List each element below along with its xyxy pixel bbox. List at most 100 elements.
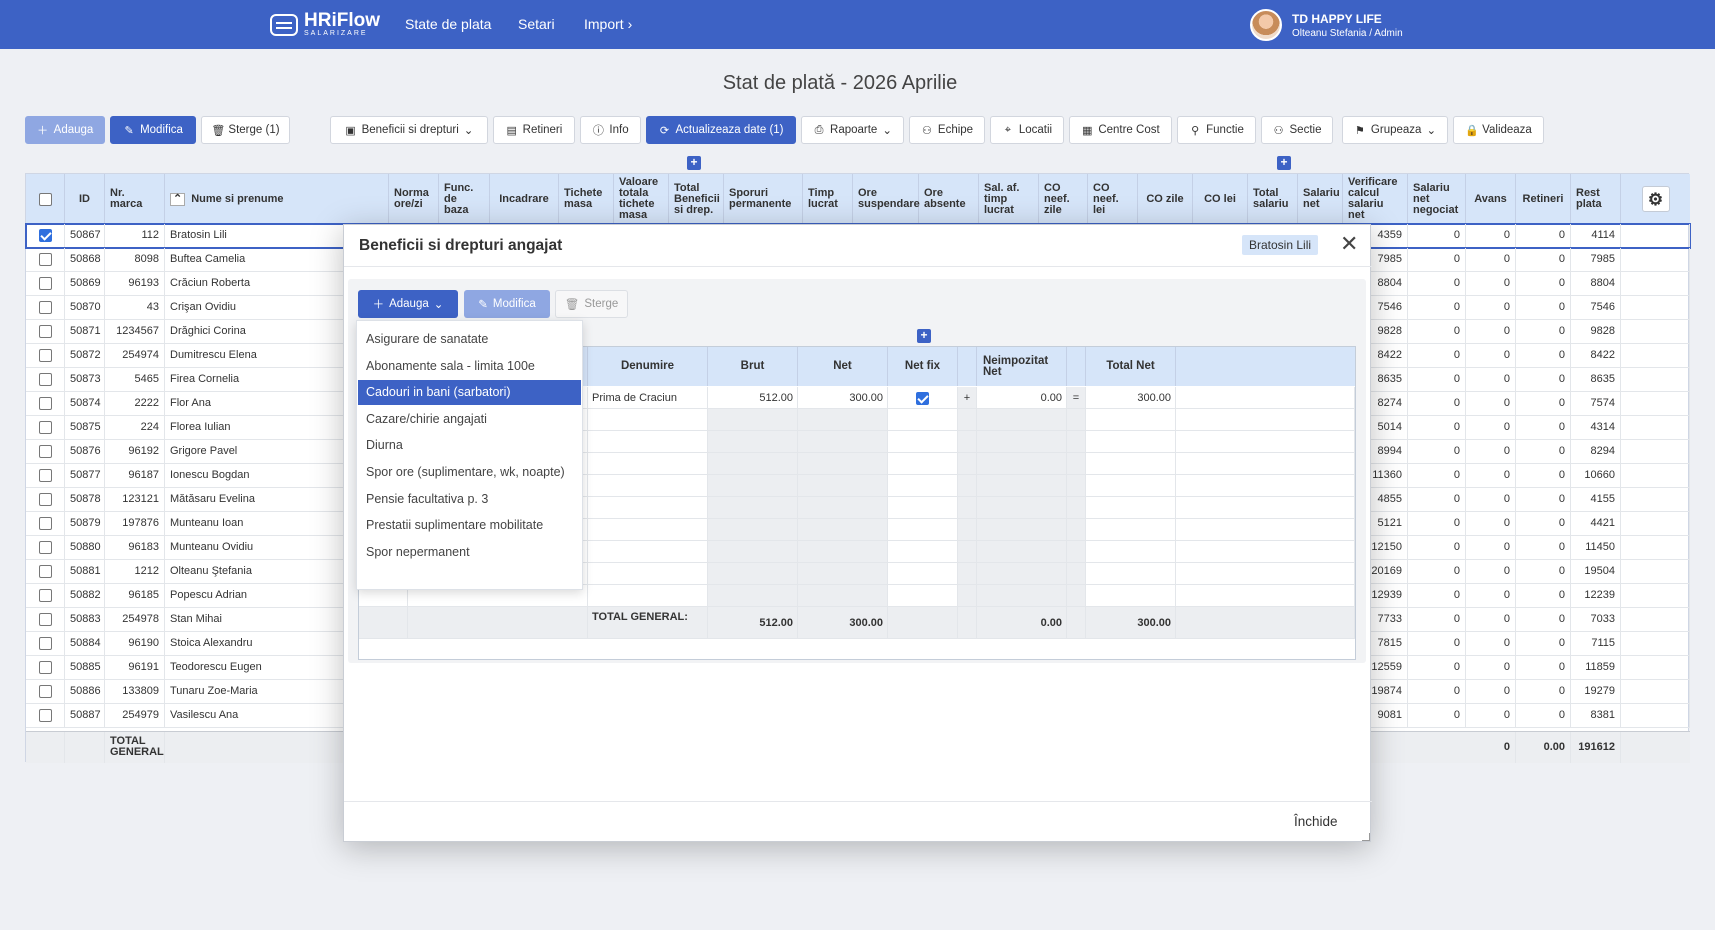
col-co-lei[interactable]: CO lei [1193,174,1248,224]
dropdown-item[interactable]: Spor nepermanent [358,540,581,565]
dropdown-item[interactable]: Prestatii suplimentare mobilitate [358,513,581,538]
row-checkbox[interactable] [38,660,52,674]
cell-select [26,584,65,607]
sort-up-icon[interactable]: ⌃ [170,192,186,206]
add-button[interactable]: ＋ Adauga [25,116,105,144]
expand-column-plus-icon[interactable]: + [917,329,931,343]
col-total-beneficii[interactable]: Total Beneficii si drep. [669,174,724,224]
row-checkbox[interactable] [38,444,52,458]
expand-column-plus-icon[interactable]: + [687,156,701,170]
echipe-button[interactable]: ⚇ Echipe [909,116,985,144]
select-all-checkbox[interactable] [38,192,52,206]
dropdown-item[interactable]: Diurna [358,433,581,458]
row-checkbox[interactable] [38,324,52,338]
col-incadrare[interactable]: Incadrare [490,174,559,224]
col-func[interactable]: Func. de baza [439,174,490,224]
benefits-cell [977,585,1067,607]
modal-add-button[interactable]: ＋ Adauga ⌄ [358,290,458,318]
cell-empty [1621,536,1690,559]
close-icon[interactable]: ✕ [1340,233,1358,255]
row-checkbox[interactable] [38,348,52,362]
col-sal-af[interactable]: Sal. af. timp lucrat [979,174,1039,224]
rapoarte-button[interactable]: ⎙ Rapoarte ⌄ [801,116,904,144]
col-nume[interactable]: ⌃ Nume si prenume [165,174,389,224]
close-button[interactable]: Închide [1294,814,1338,829]
dropdown-item[interactable]: Cazare/chirie angajati [358,407,581,432]
row-checkbox[interactable] [38,252,52,266]
nav-state-de-plata[interactable]: State de plata [405,16,491,32]
row-checkbox[interactable] [38,300,52,314]
row-checkbox[interactable] [38,228,52,242]
col-sporuri[interactable]: Sporuri permanente [724,174,803,224]
locatii-button[interactable]: ⌖ Locatii [990,116,1064,144]
benefits-col-neimpozitat[interactable]: Neimpozitat Net [977,347,1067,386]
centre-cost-button[interactable]: ▦ Centre Cost [1069,116,1172,144]
benefits-col-denumire[interactable]: Denumire [588,347,708,386]
sectie-button[interactable]: ⚇ Sectie [1261,116,1333,144]
row-checkbox[interactable] [38,516,52,530]
modal-delete-button[interactable]: 🗑 Sterge [555,290,628,318]
dropdown-item[interactable]: Asigurare de sanatate [358,327,581,352]
row-checkbox[interactable] [38,636,52,650]
row-checkbox[interactable] [38,588,52,602]
col-norma[interactable]: Norma ore/zi [389,174,439,224]
benefits-col-net[interactable]: Net [798,347,888,386]
col-tichete[interactable]: Tichete masa [559,174,614,224]
row-checkbox[interactable] [38,396,52,410]
grupeaza-button[interactable]: ⚑ Grupeaza ⌄ [1342,116,1448,144]
company-name: TD HAPPY LIFE [1292,11,1382,26]
benefits-col-brut[interactable]: Brut [708,347,798,386]
row-checkbox[interactable] [38,372,52,386]
benefits-col-net-fix[interactable]: Net fix [888,347,958,386]
col-net-negociat[interactable]: Salariu net negociat [1408,174,1466,224]
row-checkbox[interactable] [38,612,52,626]
col-ore-absente[interactable]: Ore absente [919,174,979,224]
row-checkbox[interactable] [38,708,52,722]
col-timp-lucrat[interactable]: Timp lucrat [803,174,853,224]
col-avans[interactable]: Avans [1466,174,1516,224]
col-marca[interactable]: Nr. marca [105,174,165,224]
col-val-tichete[interactable]: Valoare totala tichete masa [614,174,669,224]
dropdown-item[interactable]: Pensie facultativa p. 3 [358,487,581,512]
col-co-neef-zile[interactable]: CO neef. zile [1039,174,1088,224]
edit-button[interactable]: ✎ Modifica [110,116,196,144]
info-button[interactable]: ⓘ Info [580,116,641,144]
col-retineri[interactable]: Retineri [1516,174,1571,224]
benefits-col-op1 [958,347,977,386]
user-menu[interactable]: TD HAPPY LIFE Olteanu Stefania / Admin [1250,9,1403,41]
col-co-zile[interactable]: CO zile [1138,174,1193,224]
row-checkbox[interactable] [38,276,52,290]
dropdown-item[interactable]: Cadouri in bani (sarbatori) [358,380,581,406]
benefits-button[interactable]: ▣ Beneficii si drepturi ⌄ [330,116,488,144]
row-checkbox[interactable] [38,468,52,482]
row-checkbox[interactable] [38,684,52,698]
col-salariu-net[interactable]: Salariu net [1298,174,1343,224]
retineri-button[interactable]: ▤ Retineri [493,116,575,144]
col-rest-plata[interactable]: Rest plata [1571,174,1621,224]
resize-handle-icon[interactable] [1362,833,1370,841]
row-checkbox[interactable] [38,540,52,554]
expand-column-plus-icon[interactable]: + [1277,156,1291,170]
col-ore-suspendare[interactable]: Ore suspendare [853,174,920,224]
dropdown-item[interactable]: Spor ore (suplimentare, wk, noapte) [358,460,581,485]
valideaza-button[interactable]: 🔒 Valideaza [1453,116,1544,144]
row-checkbox[interactable] [38,420,52,434]
dropdown-item[interactable]: Abonamente sala - limita 100e [358,354,581,379]
modal-edit-button[interactable]: ✎ Modifica [464,290,550,318]
col-co-neef-lei[interactable]: CO neef. lei [1088,174,1138,224]
delete-button[interactable]: 🗑 Sterge (1) [201,116,290,144]
col-id[interactable]: ID [65,174,105,224]
benefits-col-total-net[interactable]: Total Net [1086,347,1176,386]
nav-setari[interactable]: Setari [518,16,555,32]
col-verificare[interactable]: Verificare calcul salariu net [1343,174,1408,224]
row-checkbox[interactable] [38,492,52,506]
col-total-salariu[interactable]: Total salariu [1248,174,1298,224]
app-logo[interactable]: HRiFlow SALARIZARE [270,11,380,37]
nav-import[interactable]: Import › [584,16,632,32]
row-checkbox[interactable] [38,564,52,578]
functie-button[interactable]: ⚲ Functie [1177,116,1256,144]
net-fix-checkbox[interactable] [916,391,929,405]
gear-icon[interactable]: ⚙ [1641,186,1670,212]
select-all-checkbox-cell[interactable] [26,174,65,224]
update-data-button[interactable]: ⟳ Actualizeaza date (1) [646,116,796,144]
